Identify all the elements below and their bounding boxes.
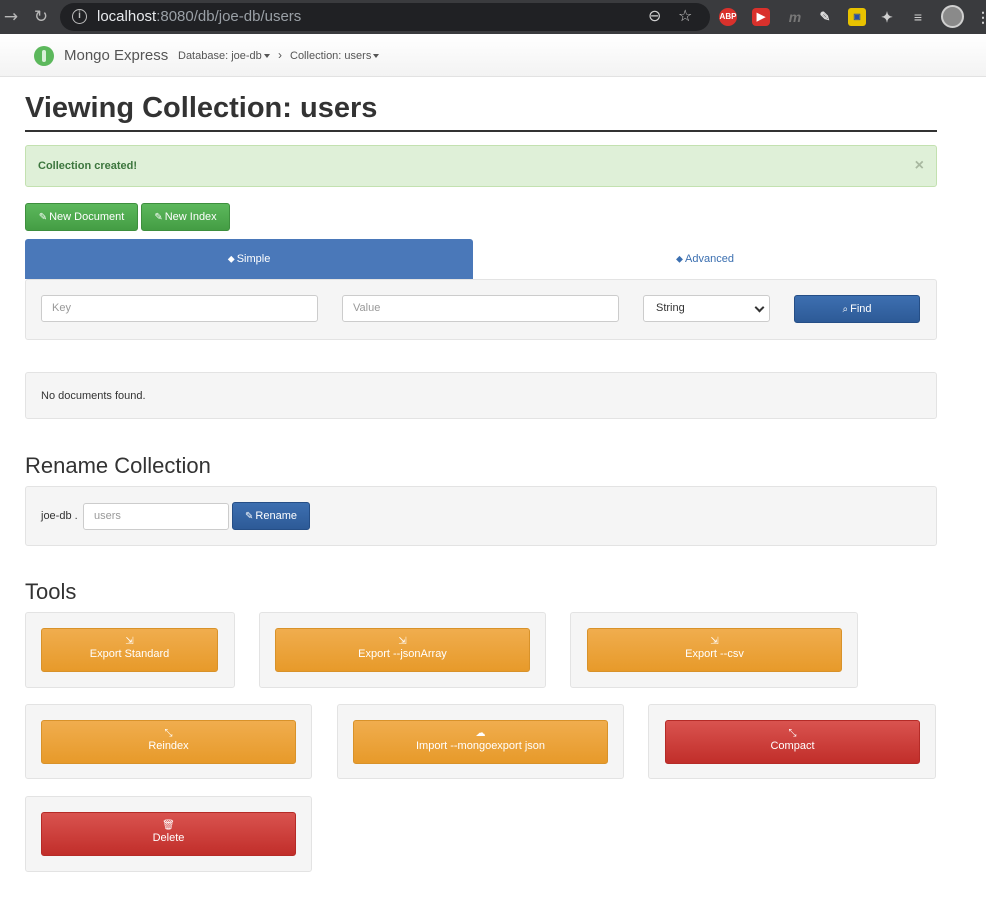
collection-crumb-label: Collection: users xyxy=(290,50,372,62)
url-host: localhost xyxy=(97,8,157,25)
tool-panel: ⤡ Compact xyxy=(648,704,936,779)
delete-label: Delete xyxy=(152,832,185,844)
rename-button[interactable]: ✎ Rename xyxy=(232,502,310,530)
value-input[interactable]: Value xyxy=(342,295,619,322)
reading-list-icon[interactable]: ≡ xyxy=(909,8,927,26)
extensions-puzzle-icon[interactable]: ✦ xyxy=(878,8,896,26)
browser-toolbar: → ↻ i localhost:8080/db/joe-db/users ⊖ ☆… xyxy=(0,0,986,34)
trash-icon: 🗑 xyxy=(162,820,175,831)
pencil-icon: ✎ xyxy=(154,212,163,223)
new-index-label: New Index xyxy=(164,211,217,223)
tag-icon: ⬥ xyxy=(227,254,235,265)
collection-dropdown[interactable]: Collection: users xyxy=(290,50,380,62)
export-icon: ⇲ xyxy=(710,636,719,647)
find-label: Find xyxy=(850,303,872,315)
wrench-icon: ⤡ xyxy=(788,728,797,739)
delete-button[interactable]: 🗑 Delete xyxy=(41,812,296,856)
key-input[interactable]: Key xyxy=(41,295,318,322)
reindex-label: Reindex xyxy=(148,740,189,752)
chevron-right-icon: › xyxy=(278,48,282,62)
database-dropdown[interactable]: Database: joe-db xyxy=(178,50,270,62)
tool-panel: ⇲ Export --csv xyxy=(570,612,858,688)
import-button[interactable]: ☁ Import --mongoexport json xyxy=(353,720,608,764)
compact-button[interactable]: ⤡ Compact xyxy=(665,720,920,764)
no-documents-message: No documents found. xyxy=(41,390,146,402)
brand-name[interactable]: Mongo Express xyxy=(64,47,168,64)
tool-panel: ⇲ Export --jsonArray xyxy=(259,612,546,688)
export-csv-label: Export --csv xyxy=(685,648,744,660)
url-text[interactable]: localhost:8080/db/joe-db/users xyxy=(97,8,301,25)
rename-panel: joe-db . users ✎ Rename xyxy=(25,486,937,546)
export-json-array-button[interactable]: ⇲ Export --jsonArray xyxy=(275,628,530,672)
info-icon[interactable]: i xyxy=(72,9,87,24)
bookmark-star-icon[interactable]: ☆ xyxy=(678,6,692,25)
zoom-icon[interactable]: ⊖ xyxy=(648,6,661,25)
mongo-leaf-icon[interactable] xyxy=(34,46,54,66)
media-extension-icon[interactable]: ▶ xyxy=(752,8,770,26)
rename-collection-heading: Rename Collection xyxy=(25,453,211,478)
database-crumb-label: Database: joe-db xyxy=(178,50,262,62)
tab-simple-label: Simple xyxy=(236,253,271,265)
profile-avatar[interactable] xyxy=(941,5,964,28)
reload-icon[interactable]: ↻ xyxy=(30,6,52,28)
pencil-icon: ✎ xyxy=(245,511,254,522)
type-select[interactable]: String xyxy=(643,295,770,322)
export-standard-label: Export Standard xyxy=(89,648,170,660)
search-icon: ⌕ xyxy=(842,304,849,315)
pencil-icon: ✎ xyxy=(38,212,48,223)
forward-icon[interactable]: → xyxy=(0,6,22,28)
db-prefix: joe-db . xyxy=(41,510,78,522)
m-extension-icon[interactable]: m xyxy=(786,8,804,26)
pen-extension-icon[interactable]: ✎ xyxy=(816,8,834,26)
import-label: Import --mongoexport json xyxy=(416,740,545,752)
browser-menu-icon[interactable]: ⋮ xyxy=(974,8,986,26)
collection-name-input[interactable]: users xyxy=(83,503,229,530)
export-standard-button[interactable]: ⇲ Export Standard xyxy=(41,628,218,672)
url-path: :8080/db/joe-db/users xyxy=(156,8,302,25)
page-title: Viewing Collection: users xyxy=(25,92,378,124)
export-icon: ⇲ xyxy=(398,636,407,647)
reindex-button[interactable]: ⤡ Reindex xyxy=(41,720,296,764)
caret-down-icon xyxy=(373,54,380,59)
new-index-button[interactable]: ✎ New Index xyxy=(141,203,230,231)
tool-panel: ⤡ Reindex xyxy=(25,704,312,779)
find-button[interactable]: ⌕ Find xyxy=(794,295,920,323)
export-icon: ⇲ xyxy=(125,636,134,647)
tool-panel: ⇲ Export Standard xyxy=(25,612,235,688)
adblock-extension-icon[interactable]: ABP xyxy=(719,8,737,26)
success-alert: Collection created! × xyxy=(25,145,937,187)
tags-icon: ⬥ xyxy=(676,254,684,265)
yellow-extension-icon[interactable]: ▣ xyxy=(848,8,866,26)
tools-heading: Tools xyxy=(25,579,77,604)
caret-down-icon xyxy=(263,54,270,59)
cloud-upload-icon: ☁ xyxy=(475,728,486,739)
export-csv-button[interactable]: ⇲ Export --csv xyxy=(587,628,842,672)
tab-advanced[interactable]: ⬥ Advanced xyxy=(473,239,937,279)
export-json-array-label: Export --jsonArray xyxy=(358,648,447,660)
tab-simple[interactable]: ⬥ Simple xyxy=(25,239,473,279)
compact-label: Compact xyxy=(770,740,815,752)
tool-panel: ☁ Import --mongoexport json xyxy=(337,704,624,779)
tab-advanced-label: Advanced xyxy=(685,253,734,265)
close-icon[interactable]: × xyxy=(915,157,924,175)
new-document-label: New Document xyxy=(49,211,125,223)
title-divider xyxy=(25,130,937,132)
chevron-down-icon xyxy=(754,302,765,313)
app-navbar: Mongo Express Database: joe-db › Collect… xyxy=(0,34,986,77)
rename-label: Rename xyxy=(255,510,297,522)
type-select-value: String xyxy=(656,302,685,314)
new-document-button[interactable]: ✎ New Document xyxy=(25,203,138,231)
tool-panel: 🗑 Delete xyxy=(25,796,312,872)
alert-message: Collection created! xyxy=(38,160,138,172)
wrench-icon: ⤡ xyxy=(164,728,173,739)
results-panel: No documents found. xyxy=(25,372,937,419)
address-bar[interactable]: i localhost:8080/db/joe-db/users ⊖ ☆ xyxy=(60,3,710,31)
